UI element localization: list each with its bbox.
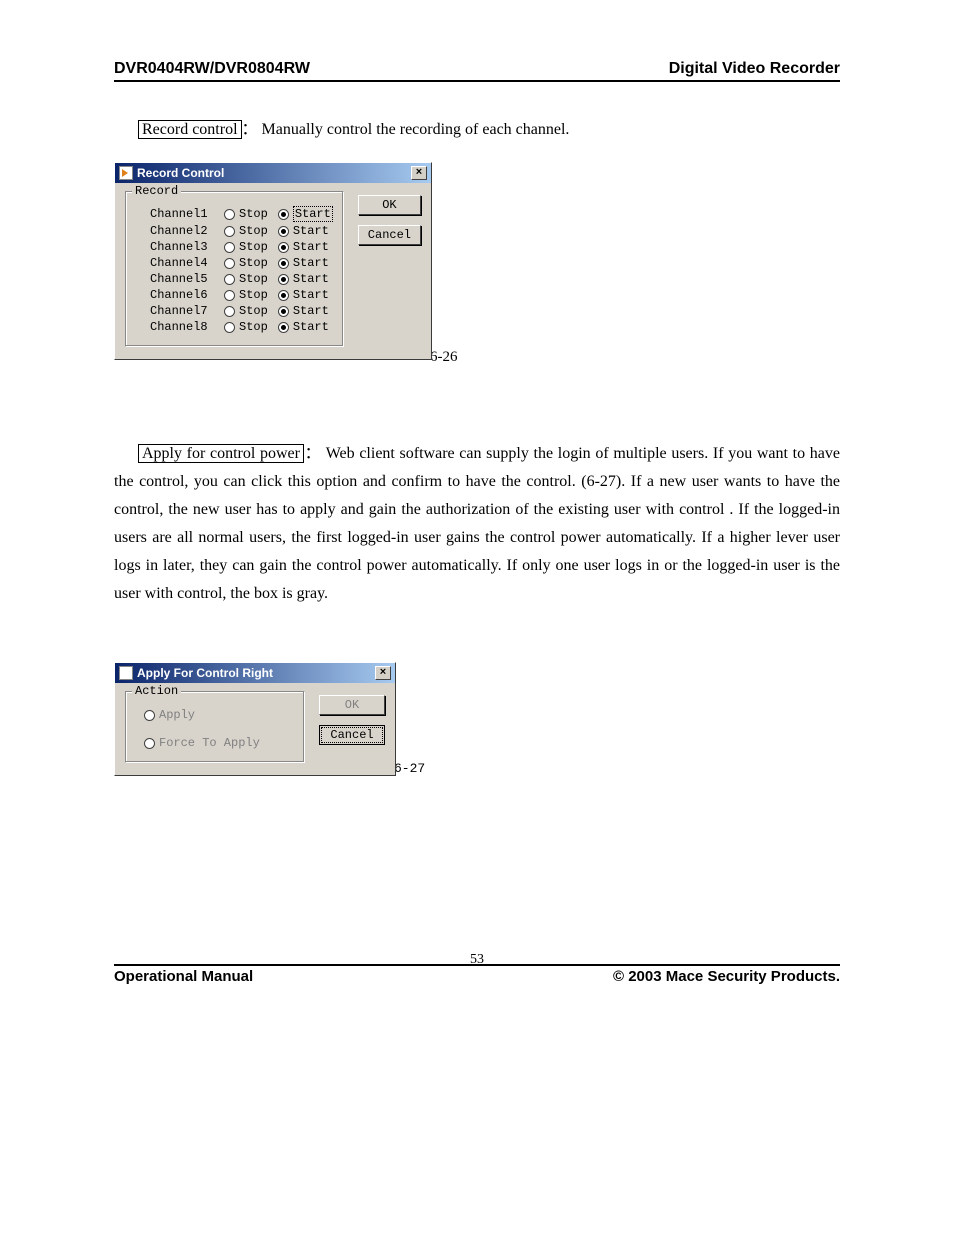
- cancel-button[interactable]: Cancel: [319, 725, 385, 745]
- stop-radio-label: Stop: [239, 240, 268, 254]
- colon: ：: [242, 121, 258, 138]
- start-radio-label: Start: [293, 206, 333, 222]
- groupbox-legend: Record: [132, 184, 181, 198]
- apply-control-description: Web client software can supply the login…: [114, 445, 840, 602]
- dialog-titlebar: Record Control ×: [115, 163, 431, 183]
- channel-row: Channel7 Stop Start: [150, 304, 333, 318]
- ok-button[interactable]: OK: [319, 695, 385, 715]
- start-radio[interactable]: [278, 290, 289, 301]
- start-radio[interactable]: [278, 322, 289, 333]
- start-radio-label: Start: [293, 256, 329, 270]
- apply-radio[interactable]: [144, 710, 155, 721]
- colon: ：: [304, 445, 321, 462]
- app-icon: [119, 666, 133, 680]
- record-control-description: Manually control the recording of each c…: [262, 121, 570, 138]
- stop-radio-label: Stop: [239, 207, 268, 221]
- stop-radio[interactable]: [224, 306, 235, 317]
- close-button[interactable]: ×: [375, 666, 391, 680]
- stop-radio[interactable]: [224, 274, 235, 285]
- stop-radio-label: Stop: [239, 272, 268, 286]
- page-footer: 53 Operational Manual © 2003 Mace Securi…: [114, 964, 840, 985]
- stop-radio-label: Stop: [239, 224, 268, 238]
- apply-radio-label: Apply: [159, 708, 195, 722]
- start-radio-label: Start: [293, 288, 329, 302]
- dialog-title: Apply For Control Right: [137, 666, 273, 680]
- stop-radio-label: Stop: [239, 304, 268, 318]
- close-button[interactable]: ×: [411, 166, 427, 180]
- stop-radio[interactable]: [224, 258, 235, 269]
- header-product: Digital Video Recorder: [669, 60, 840, 78]
- app-icon: [119, 166, 133, 180]
- start-radio[interactable]: [278, 209, 289, 220]
- page-header: DVR0404RW/DVR0804RW Digital Video Record…: [114, 60, 840, 82]
- figure-number-1: 6-26: [430, 349, 458, 366]
- start-radio-label: Start: [293, 320, 329, 334]
- start-radio[interactable]: [278, 306, 289, 317]
- figure-number-2: 6-27: [394, 761, 425, 776]
- record-groupbox: Record Channel1StopStartChannel2StopStar…: [125, 191, 344, 347]
- stop-radio-label: Stop: [239, 320, 268, 334]
- stop-radio-label: Stop: [239, 288, 268, 302]
- cancel-button[interactable]: Cancel: [358, 225, 421, 245]
- stop-radio[interactable]: [224, 209, 235, 220]
- start-radio-label: Start: [293, 304, 329, 318]
- channel-label: Channel2: [150, 224, 214, 238]
- channel-row: Channel4 Stop Start: [150, 256, 333, 270]
- stop-radio[interactable]: [224, 226, 235, 237]
- apply-control-dialog: Apply For Control Right × Action Apply: [114, 662, 396, 776]
- start-radio[interactable]: [278, 274, 289, 285]
- record-control-boxed-label: Record control: [138, 120, 242, 139]
- dialog-title: Record Control: [137, 166, 224, 180]
- record-control-dialog: Record Control × Record Channel1 Stop Star…: [114, 162, 432, 360]
- channel-label: Channel1: [150, 207, 214, 221]
- channel-row: Channel1 Stop Start: [150, 206, 333, 222]
- groupbox-legend: Action: [132, 684, 181, 698]
- force-apply-radio-label: Force To Apply: [159, 736, 260, 750]
- stop-radio-label: Stop: [239, 256, 268, 270]
- action-groupbox: Action Apply Force To Apply: [125, 691, 305, 763]
- apply-control-paragraph: Apply for control power： Web client soft…: [114, 440, 840, 608]
- start-radio-label: Start: [293, 240, 329, 254]
- channel-label: Channel8: [150, 320, 214, 334]
- header-model: DVR0404RW/DVR0804RW: [114, 60, 310, 78]
- channel-row: Channel6 Stop Start: [150, 288, 333, 302]
- channel-label: Channel4: [150, 256, 214, 270]
- dialog-titlebar: Apply For Control Right ×: [115, 663, 395, 683]
- channel-row: Channel3 Stop Start: [150, 240, 333, 254]
- apply-control-boxed-label: Apply for control power: [138, 444, 304, 463]
- force-apply-radio[interactable]: [144, 738, 155, 749]
- channel-row: Channel2 Stop Start: [150, 224, 333, 238]
- start-radio[interactable]: [278, 242, 289, 253]
- channel-label: Channel3: [150, 240, 214, 254]
- start-radio-label: Start: [293, 224, 329, 238]
- channel-row: Channel8 Stop Start: [150, 320, 333, 334]
- page-number: 53: [114, 952, 840, 968]
- start-radio-label: Start: [293, 272, 329, 286]
- channel-label: Channel6: [150, 288, 214, 302]
- channel-label: Channel7: [150, 304, 214, 318]
- stop-radio[interactable]: [224, 290, 235, 301]
- footer-right: © 2003 Mace Security Products.: [613, 968, 840, 985]
- channel-row: Channel5 Stop Start: [150, 272, 333, 286]
- channel-label: Channel5: [150, 272, 214, 286]
- stop-radio[interactable]: [224, 242, 235, 253]
- footer-left: Operational Manual: [114, 968, 253, 985]
- start-radio[interactable]: [278, 226, 289, 237]
- record-control-paragraph: Record control： Manually control the rec…: [114, 116, 840, 144]
- ok-button[interactable]: OK: [358, 195, 421, 215]
- start-radio[interactable]: [278, 258, 289, 269]
- stop-radio[interactable]: [224, 322, 235, 333]
